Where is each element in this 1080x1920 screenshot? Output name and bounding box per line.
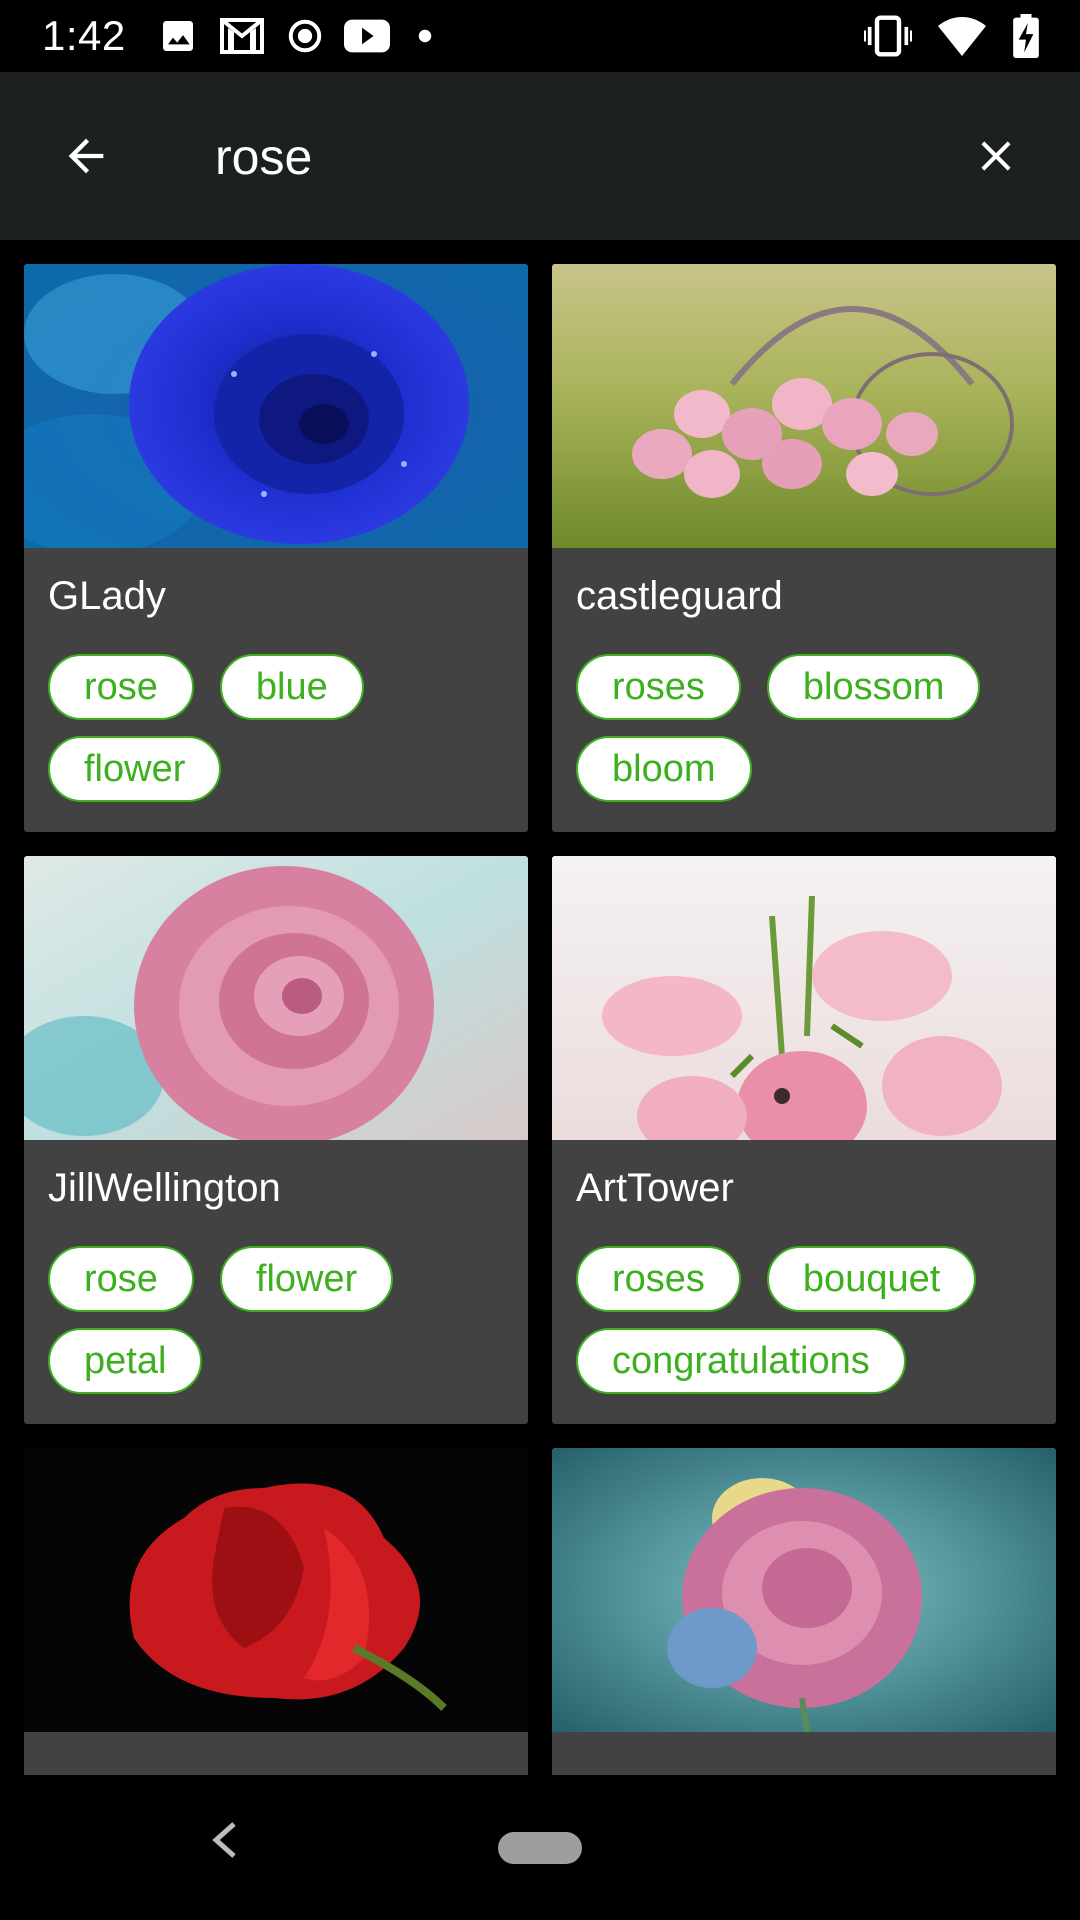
- navigation-bar: [0, 1775, 1080, 1920]
- wifi-icon: [938, 17, 986, 56]
- tag-list: rose flower petal: [48, 1246, 518, 1394]
- search-input[interactable]: [215, 124, 915, 190]
- result-username: ArtTower: [576, 1166, 734, 1210]
- tag-chip[interactable]: bloom: [576, 736, 752, 802]
- status-bar: 1:42: [0, 0, 1080, 72]
- nav-back-button[interactable]: [200, 1815, 250, 1865]
- nav-home-pill[interactable]: [498, 1832, 582, 1864]
- dot-icon: [418, 29, 432, 43]
- arrow-back-icon: [68, 138, 104, 174]
- tag-chip[interactable]: roses: [576, 654, 741, 720]
- results-grid: GLady rose blue flower castleguard roses…: [0, 240, 1080, 1775]
- tag-list: roses blossom bloom: [576, 654, 1046, 802]
- status-icons-left: [158, 14, 440, 58]
- result-card[interactable]: GLady rose blue flower: [24, 264, 528, 832]
- tag-list: roses bouquet congratulations: [576, 1246, 1046, 1394]
- result-card[interactable]: [552, 1448, 1056, 1775]
- tag-chip[interactable]: blue: [219, 654, 364, 720]
- tag-chip[interactable]: rose: [48, 654, 194, 720]
- status-icons-right: [864, 14, 1040, 58]
- result-username: GLady: [48, 574, 166, 618]
- result-image[interactable]: [552, 856, 1056, 1140]
- youtube-icon: [344, 19, 390, 53]
- status-time: 1:42: [42, 12, 126, 59]
- result-image[interactable]: [24, 264, 528, 548]
- vibrate-icon: [864, 15, 912, 57]
- tag-chip[interactable]: bouquet: [766, 1246, 977, 1312]
- tag-list: rose blue flower: [48, 654, 518, 802]
- tag-chip[interactable]: rose: [48, 1246, 194, 1312]
- tag-chip[interactable]: petal: [48, 1328, 203, 1394]
- gmail-icon: [220, 18, 264, 54]
- search-bar: [0, 72, 1080, 240]
- clear-search-button[interactable]: [954, 114, 1038, 198]
- nav-back-icon: [212, 1822, 236, 1858]
- close-icon: [981, 141, 1011, 171]
- tag-chip[interactable]: roses: [576, 1246, 741, 1312]
- result-card[interactable]: ArtTower roses bouquet congratulations: [552, 856, 1056, 1424]
- result-card[interactable]: castleguard roses blossom bloom: [552, 264, 1056, 832]
- battery-charging-icon: [1013, 14, 1039, 58]
- result-image[interactable]: [24, 1448, 528, 1732]
- result-image[interactable]: [552, 1448, 1056, 1732]
- record-icon: [288, 19, 322, 53]
- tag-chip[interactable]: flower: [48, 736, 222, 802]
- result-username: castleguard: [576, 574, 783, 618]
- result-card[interactable]: [24, 1448, 528, 1775]
- tag-chip[interactable]: blossom: [766, 654, 981, 720]
- result-username: JillWellington: [48, 1166, 281, 1210]
- result-card[interactable]: JillWellington rose flower petal: [24, 856, 528, 1424]
- result-image[interactable]: [24, 856, 528, 1140]
- tag-chip[interactable]: congratulations: [576, 1328, 906, 1394]
- result-image[interactable]: [552, 264, 1056, 548]
- photo-icon: [163, 21, 193, 51]
- tag-chip[interactable]: flower: [219, 1246, 394, 1312]
- back-button[interactable]: [44, 114, 128, 198]
